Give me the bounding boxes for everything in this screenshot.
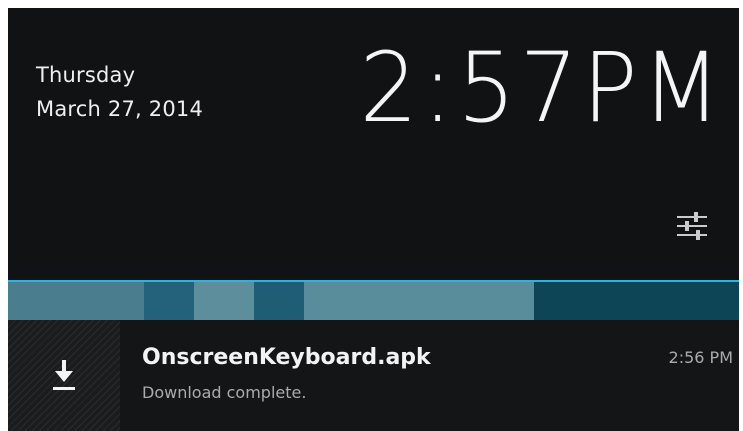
date-label: March 27, 2014 <box>36 97 204 121</box>
bar-segment <box>304 282 534 320</box>
download-notification[interactable]: OnscreenKeyboard.apk Download complete. … <box>8 320 739 431</box>
notification-title: OnscreenKeyboard.apk <box>142 345 431 370</box>
clock-time: 2:57PM <box>359 31 725 145</box>
bar-segment <box>254 282 304 320</box>
notification-subtitle: Download complete. <box>142 383 307 402</box>
day-label: Thursday <box>36 63 136 87</box>
bar-segment <box>8 282 144 320</box>
notification-shade: Thursday March 27, 2014 2:57PM OnscreenK… <box>8 8 739 431</box>
notification-icon-area <box>8 320 120 431</box>
notification-time: 2:56 PM <box>668 348 733 367</box>
bar-segment <box>144 282 194 320</box>
settings-sliders-icon <box>677 212 707 240</box>
shade-header: Thursday March 27, 2014 2:57PM <box>8 8 739 278</box>
screen-frame: Thursday March 27, 2014 2:57PM OnscreenK… <box>0 0 743 431</box>
bar-segment <box>534 282 739 320</box>
quick-settings-button[interactable] <box>668 202 716 250</box>
shade-divider-bar <box>8 280 739 322</box>
download-icon <box>53 360 75 390</box>
bar-segment <box>194 282 254 320</box>
